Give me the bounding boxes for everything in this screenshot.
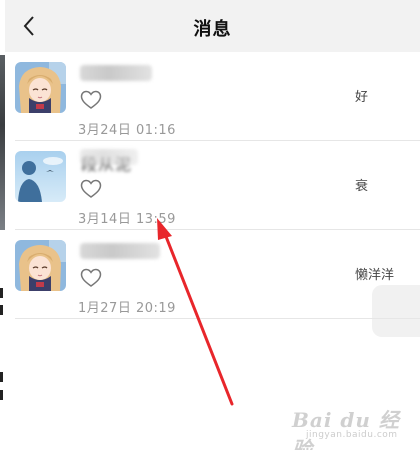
background-text-mark: [0, 288, 3, 298]
anime-girl-avatar-icon: [15, 240, 66, 291]
like-button[interactable]: [80, 90, 102, 110]
messages-screen: 消息 3月24日 01:16 好 3月14日 13:59 衰 1月27日 20:…: [0, 0, 420, 450]
avatar[interactable]: [15, 62, 66, 113]
like-button[interactable]: [80, 268, 102, 288]
message-content: 懒洋洋: [355, 268, 395, 283]
watermark-logo-text: Bai du 经验: [292, 408, 400, 450]
header-bar: 消息: [5, 0, 420, 52]
anime-girl-avatar-icon: [15, 62, 66, 113]
username-redacted: [80, 243, 160, 259]
message-time: 3月24日 01:16: [78, 123, 176, 138]
message-row[interactable]: 3月24日 01:16 好: [15, 52, 420, 141]
background-text-mark: [0, 390, 3, 400]
username-redacted: [80, 65, 152, 81]
heart-outline-icon: [80, 179, 102, 198]
page-title: 消息: [193, 19, 232, 40]
heart-outline-icon: [80, 268, 102, 287]
like-button[interactable]: [80, 179, 102, 199]
watermark-url: jingyan.baidu.com: [306, 430, 398, 440]
background-text-mark: [0, 305, 3, 315]
username-redaction: [80, 149, 138, 165]
message-row[interactable]: 1月27日 20:19 懒洋洋: [15, 230, 420, 319]
message-row[interactable]: 段从泥 3月14日 13:59 衰: [15, 141, 420, 230]
silhouette-avatar-icon: [15, 151, 66, 202]
message-list: 3月24日 01:16 好 3月14日 13:59 衰 1月27日 20:19 …: [5, 52, 420, 319]
background-text-mark: [0, 372, 3, 382]
heart-outline-icon: [80, 90, 102, 109]
message-time: 1月27日 20:19: [78, 301, 176, 316]
avatar[interactable]: [15, 240, 66, 291]
avatar[interactable]: [15, 151, 66, 202]
watermark: Bai du 经验 jingyan.baidu.com: [292, 402, 410, 450]
message-content: 衰: [355, 179, 369, 194]
message-time: 3月14日 13:59: [78, 212, 176, 227]
message-content: 好: [355, 90, 369, 105]
